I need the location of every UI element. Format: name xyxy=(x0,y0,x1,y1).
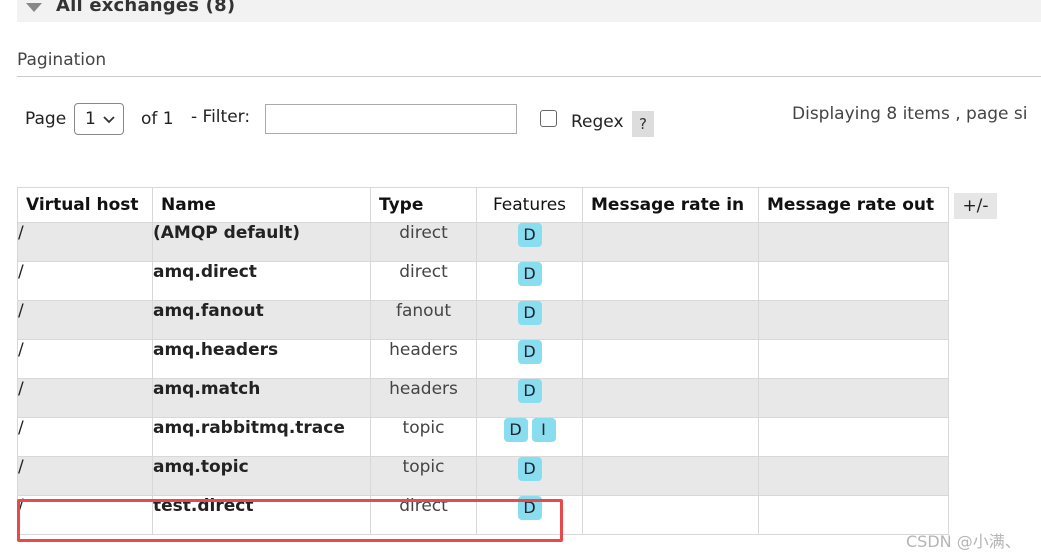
vhost-cell: / xyxy=(17,495,153,535)
regex-help-button[interactable]: ? xyxy=(632,111,654,137)
type-cell: topic xyxy=(370,456,477,496)
vhost-cell: / xyxy=(17,339,153,379)
rate-out-cell xyxy=(758,339,949,379)
rate-out-cell xyxy=(758,456,949,496)
durable-badge: D xyxy=(517,340,542,364)
exchange-name-link[interactable]: amq.direct xyxy=(152,261,371,301)
rate-out-cell xyxy=(758,261,949,301)
features-cell: DI xyxy=(476,417,583,457)
page-label: Page xyxy=(25,109,67,129)
regex-checkbox[interactable] xyxy=(540,110,557,127)
durable-badge: D xyxy=(517,457,542,481)
display-info: Displaying 8 items , page si xyxy=(792,104,1028,124)
vhost-cell: / xyxy=(17,456,153,496)
vhost-cell: / xyxy=(17,300,153,340)
table-row: / amq.fanout fanout D xyxy=(17,300,949,340)
durable-badge: D xyxy=(517,262,542,286)
rate-in-cell xyxy=(582,495,759,535)
type-cell: fanout xyxy=(370,300,477,340)
collapse-triangle-icon[interactable] xyxy=(26,2,42,12)
exchanges-table: Virtual host Name Type Features Message … xyxy=(17,187,949,535)
rate-in-cell xyxy=(582,261,759,301)
type-cell: topic xyxy=(370,417,477,457)
rate-out-cell xyxy=(758,378,949,418)
column-header-name[interactable]: Name xyxy=(152,187,371,223)
features-cell: D xyxy=(476,456,583,496)
table-row: / amq.match headers D xyxy=(17,378,949,418)
vhost-cell: / xyxy=(17,261,153,301)
rate-in-cell xyxy=(582,222,759,262)
features-cell: D xyxy=(476,495,583,535)
features-cell: D xyxy=(476,339,583,379)
column-header-features: Features xyxy=(476,187,583,223)
regex-label: Regex xyxy=(571,112,624,132)
table-body: / (AMQP default) direct D / amq.direct d… xyxy=(17,222,949,535)
exchange-name-link[interactable]: amq.headers xyxy=(152,339,371,379)
features-cell: D xyxy=(476,261,583,301)
exchanges-section-header[interactable]: All exchanges (8) xyxy=(17,0,1041,22)
durable-badge: D xyxy=(517,223,542,247)
type-cell: direct xyxy=(370,495,477,535)
page-select[interactable]: 1 xyxy=(74,103,124,135)
rate-in-cell xyxy=(582,300,759,340)
durable-badge: D xyxy=(517,301,542,325)
type-cell: direct xyxy=(370,222,477,262)
page-select-value: 1 xyxy=(85,109,96,129)
rate-out-cell xyxy=(758,300,949,340)
filter-input[interactable] xyxy=(265,104,517,134)
durable-badge: D xyxy=(517,379,542,403)
exchange-name-link[interactable]: amq.fanout xyxy=(152,300,371,340)
table-row: / amq.direct direct D xyxy=(17,261,949,301)
type-cell: headers xyxy=(370,339,477,379)
pagination-divider xyxy=(17,76,1041,77)
rate-in-cell xyxy=(582,456,759,496)
durable-badge: D xyxy=(503,418,528,442)
column-header-virtual-host[interactable]: Virtual host xyxy=(17,187,153,223)
table-row: / (AMQP default) direct D xyxy=(17,222,949,262)
watermark: CSDN @小满、 xyxy=(906,532,1021,551)
rate-out-cell xyxy=(758,417,949,457)
column-header-message-rate-in[interactable]: Message rate in xyxy=(582,187,759,223)
type-cell: headers xyxy=(370,378,477,418)
internal-badge: I xyxy=(531,418,556,442)
pagination-heading: Pagination xyxy=(17,50,107,70)
column-header-type[interactable]: Type xyxy=(370,187,477,223)
table-row: / test.direct direct D xyxy=(17,495,949,535)
exchange-name-link[interactable]: amq.topic xyxy=(152,456,371,496)
page-count-label: of 1 xyxy=(141,109,174,129)
rate-in-cell xyxy=(582,339,759,379)
section-title: All exchanges (8) xyxy=(56,0,236,16)
column-toggle-button[interactable]: +/- xyxy=(954,193,997,219)
vhost-cell: / xyxy=(17,417,153,457)
exchange-name-link[interactable]: test.direct xyxy=(152,495,371,535)
exchange-name-link[interactable]: amq.rabbitmq.trace xyxy=(152,417,371,457)
table-row: / amq.headers headers D xyxy=(17,339,949,379)
table-row: / amq.rabbitmq.trace topic DI xyxy=(17,417,949,457)
column-header-message-rate-out[interactable]: Message rate out xyxy=(758,187,949,223)
chevron-down-icon xyxy=(103,116,115,124)
rate-in-cell xyxy=(582,417,759,457)
rate-in-cell xyxy=(582,378,759,418)
durable-badge: D xyxy=(517,496,542,520)
vhost-cell: / xyxy=(17,222,153,262)
features-cell: D xyxy=(476,378,583,418)
type-cell: direct xyxy=(370,261,477,301)
rate-out-cell xyxy=(758,222,949,262)
exchange-name-link[interactable]: amq.match xyxy=(152,378,371,418)
exchange-name-link[interactable]: (AMQP default) xyxy=(152,222,371,262)
filter-label: - Filter: xyxy=(191,107,251,127)
table-header-row: Virtual host Name Type Features Message … xyxy=(17,187,949,223)
vhost-cell: / xyxy=(17,378,153,418)
table-row: / amq.topic topic D xyxy=(17,456,949,496)
features-cell: D xyxy=(476,300,583,340)
features-cell: D xyxy=(476,222,583,262)
